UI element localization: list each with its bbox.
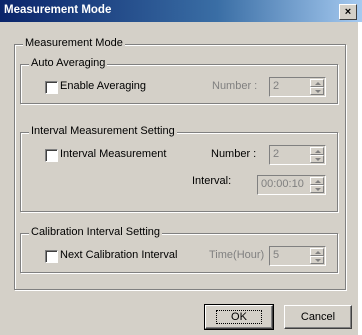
enable-averaging-label: Enable Averaging — [60, 80, 147, 92]
cancel-button-label: Cancel — [300, 311, 336, 323]
calibration-time-value: 5 — [273, 249, 280, 261]
calibration-setting-legend: Calibration Interval Setting — [29, 226, 163, 238]
cancel-button[interactable]: Cancel — [284, 305, 352, 329]
calibration-time-spinner[interactable]: 5 — [269, 246, 326, 266]
dialog-body: Measurement Mode Auto Averaging Enable A… — [0, 22, 362, 335]
ok-button-label: OK — [216, 310, 262, 324]
auto-averaging-legend: Auto Averaging — [29, 57, 108, 69]
auto-averaging-group: Auto Averaging Enable Averaging Number :… — [20, 57, 338, 104]
spin-down-icon[interactable] — [310, 256, 324, 264]
interval-measurement-label: Interval Measurement — [60, 148, 167, 160]
averaging-number-arrows[interactable] — [310, 79, 324, 95]
spin-up-icon[interactable] — [310, 248, 324, 256]
measurement-mode-legend: Measurement Mode — [23, 37, 125, 49]
close-button[interactable]: × — [339, 4, 357, 20]
enable-averaging-checkbox[interactable] — [45, 81, 58, 94]
averaging-number-spinner[interactable]: 2 — [269, 77, 326, 97]
window-title: Measurement Mode — [4, 4, 112, 16]
interval-time-arrows[interactable] — [310, 177, 324, 193]
averaging-number-label: Number : — [212, 80, 258, 92]
calibration-time-label: Time(Hour) — [209, 249, 265, 261]
interval-number-label: Number : — [211, 148, 257, 160]
ok-button[interactable]: OK — [204, 304, 274, 330]
spin-down-icon[interactable] — [310, 87, 324, 95]
interval-number-value: 2 — [273, 148, 280, 160]
next-calibration-checkbox[interactable] — [45, 250, 58, 263]
interval-setting-group: Interval Measurement Setting Interval Me… — [20, 125, 338, 212]
spin-down-icon[interactable] — [310, 185, 324, 193]
interval-time-label: Interval: — [192, 175, 232, 187]
averaging-number-value: 2 — [273, 80, 280, 92]
interval-number-arrows[interactable] — [310, 147, 324, 163]
interval-number-spinner[interactable]: 2 — [269, 145, 326, 165]
interval-time-value: 00:00:10 — [261, 178, 304, 190]
spin-up-icon[interactable] — [310, 147, 324, 155]
title-bar[interactable]: Measurement Mode × — [0, 0, 362, 22]
calibration-setting-group: Calibration Interval Setting Next Calibr… — [20, 226, 338, 273]
spin-down-icon[interactable] — [310, 155, 324, 163]
interval-measurement-checkbox[interactable] — [45, 149, 58, 162]
interval-setting-legend: Interval Measurement Setting — [29, 125, 177, 137]
spin-up-icon[interactable] — [310, 79, 324, 87]
next-calibration-label: Next Calibration Interval — [60, 249, 178, 261]
interval-time-spinner[interactable]: 00:00:10 — [257, 175, 326, 195]
close-icon: × — [344, 5, 352, 18]
calibration-time-arrows[interactable] — [310, 248, 324, 264]
spin-up-icon[interactable] — [310, 177, 324, 185]
